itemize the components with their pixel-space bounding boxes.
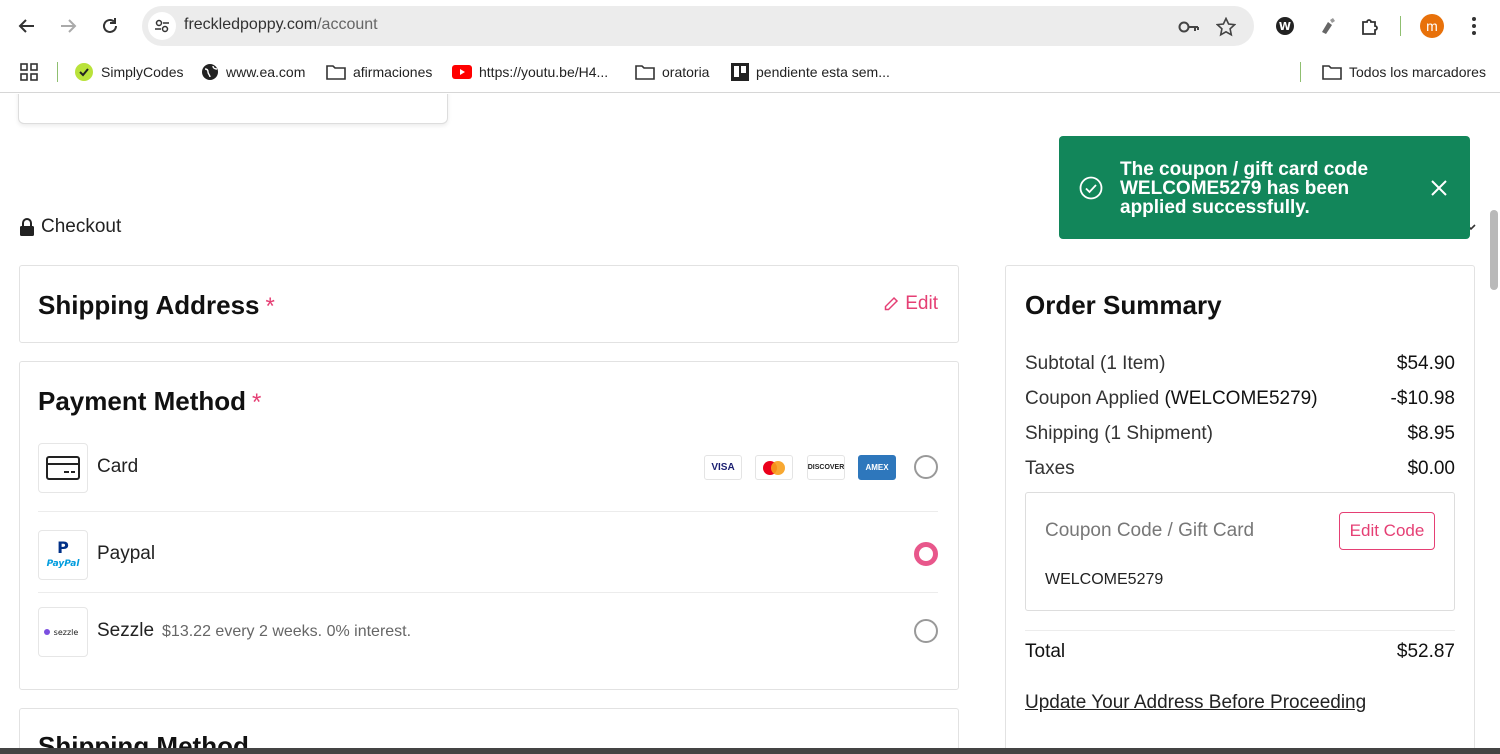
payment-option-sezzle[interactable]: sezzle Sezzle $13.22 every 2 weeks. 0% in…	[38, 607, 938, 657]
apps-grid-button[interactable]	[20, 60, 38, 84]
divider	[38, 592, 938, 593]
mastercard-logo	[755, 455, 793, 480]
summary-row-shipping: Shipping (1 Shipment) $8.95	[1025, 423, 1455, 444]
account-card	[18, 94, 448, 124]
divider	[1025, 630, 1455, 631]
order-summary-section: Order Summary Subtotal (1 Item) $54.90 Co…	[1005, 265, 1475, 754]
order-summary-title: Order Summary	[1025, 290, 1222, 320]
bookmark-ea[interactable]: www.ea.com	[201, 60, 305, 84]
arrow-left-icon	[18, 19, 34, 33]
summary-row-coupon: Coupon Applied (WELCOME5279) -$10.98	[1025, 388, 1455, 409]
payment-option-card[interactable]: Card VISA DISCOVER AMEX	[38, 443, 938, 493]
arrow-right-icon	[61, 19, 77, 33]
sezzle-detail: $13.22 every 2 weeks. 0% interest.	[162, 623, 412, 640]
edit-address-link[interactable]: Edit	[883, 293, 938, 315]
page-content: Checkout Shipping Address * Edit Payment …	[0, 94, 1500, 754]
folder-icon	[326, 65, 346, 80]
edit-code-button[interactable]: Edit Code	[1339, 512, 1435, 550]
bookmark-oratoria[interactable]: oratoria	[635, 60, 709, 84]
summary-row-subtotal: Subtotal (1 Item) $54.90	[1025, 353, 1455, 374]
page-scrollbar[interactable]	[1490, 210, 1498, 290]
pencil-icon	[885, 296, 899, 311]
bookmark-simplycodes[interactable]: SimplyCodes	[74, 60, 183, 84]
amex-logo: AMEX	[858, 455, 896, 480]
payment-method-title: Payment Method *	[38, 386, 262, 416]
url-text: freckledpoppy.com/account	[184, 16, 378, 33]
visa-logo: VISA	[704, 455, 742, 480]
browser-menu-button[interactable]	[1464, 12, 1484, 40]
radio-paypal-selected[interactable]	[914, 542, 938, 566]
extension-w-icon[interactable]: W	[1272, 13, 1298, 39]
taskbar-strip	[0, 748, 1500, 754]
coupon-success-toast: The coupon / gift card code WELCOME5279 …	[1059, 136, 1470, 239]
reload-button[interactable]	[95, 11, 125, 41]
forward-button[interactable]	[53, 11, 83, 41]
svg-text:sezzle: sezzle	[54, 628, 79, 637]
sezzle-icon: sezzle	[38, 607, 88, 657]
shipping-address-section: Shipping Address * Edit	[19, 265, 959, 343]
discover-logo: DISCOVER	[807, 455, 845, 480]
browser-toolbar: freckledpoppy.com/account W m	[0, 0, 1500, 52]
bookmark-afirmaciones[interactable]: afirmaciones	[326, 60, 432, 84]
site-settings-icon[interactable]	[148, 12, 176, 40]
shipping-address-title: Shipping Address *	[38, 290, 275, 320]
applied-coupon-code: WELCOME5279	[1045, 571, 1164, 588]
payment-method-section: Payment Method * Card VISA DISCOVER AMEX …	[19, 361, 959, 690]
divider	[38, 511, 938, 512]
folder-icon	[1322, 65, 1342, 80]
globe-icon	[202, 64, 218, 80]
payment-option-paypal[interactable]: P PayPal Paypal	[38, 530, 938, 580]
back-button[interactable]	[12, 11, 42, 41]
paypal-icon: P PayPal	[38, 530, 88, 580]
folder-icon	[635, 65, 655, 80]
svg-text:P: P	[57, 540, 69, 557]
password-key-icon[interactable]	[1178, 16, 1200, 38]
radio-card[interactable]	[914, 455, 938, 479]
bookmark-youtube[interactable]: https://youtu.be/H4...	[452, 60, 608, 84]
update-address-link[interactable]: Update Your Address Before Proceeding	[1025, 692, 1366, 714]
bookmark-pendiente[interactable]: pendiente esta sem...	[731, 60, 890, 84]
svg-text:PayPal: PayPal	[47, 559, 80, 569]
extension-brush-icon[interactable]	[1315, 13, 1341, 39]
coupon-box: Coupon Code / Gift Card Edit Code WELCOM…	[1025, 492, 1455, 611]
toolbar-separator	[1400, 16, 1401, 36]
payment-option-label: Card	[97, 456, 139, 477]
bookmarks-bar: SimplyCodes www.ea.com afirmaciones http…	[0, 52, 1500, 93]
youtube-icon	[452, 65, 472, 79]
coupon-label: Coupon Code / Gift Card	[1045, 520, 1255, 541]
trello-icon	[731, 63, 749, 81]
summary-row-total: Total $52.87	[1025, 641, 1455, 662]
apps-grid-icon	[20, 63, 38, 81]
bookmark-star-icon[interactable]	[1215, 16, 1237, 38]
simplycodes-icon	[75, 63, 93, 81]
bookmark-separator	[57, 62, 58, 82]
close-icon[interactable]	[1429, 178, 1449, 198]
check-circle-icon	[1079, 176, 1103, 200]
toast-message: The coupon / gift card code WELCOME5279 …	[1120, 159, 1369, 218]
bookmark-separator	[1300, 62, 1301, 82]
payment-option-label: Paypal	[97, 543, 156, 564]
address-bar[interactable]: freckledpoppy.com/account	[142, 6, 1254, 46]
radio-sezzle[interactable]	[914, 619, 938, 643]
reload-icon	[103, 18, 117, 33]
checkout-heading: Checkout	[19, 216, 121, 238]
all-bookmarks-folder[interactable]: Todos los marcadores	[1322, 60, 1486, 84]
summary-row-taxes: Taxes $0.00	[1025, 458, 1455, 479]
svg-text:W: W	[1279, 20, 1291, 33]
credit-card-icon	[38, 443, 88, 493]
payment-option-label: Sezzle $13.22 every 2 weeks. 0% interest.	[97, 620, 412, 641]
extensions-puzzle-icon[interactable]	[1357, 13, 1383, 39]
lock-icon	[20, 217, 34, 236]
profile-avatar[interactable]: m	[1420, 14, 1444, 38]
